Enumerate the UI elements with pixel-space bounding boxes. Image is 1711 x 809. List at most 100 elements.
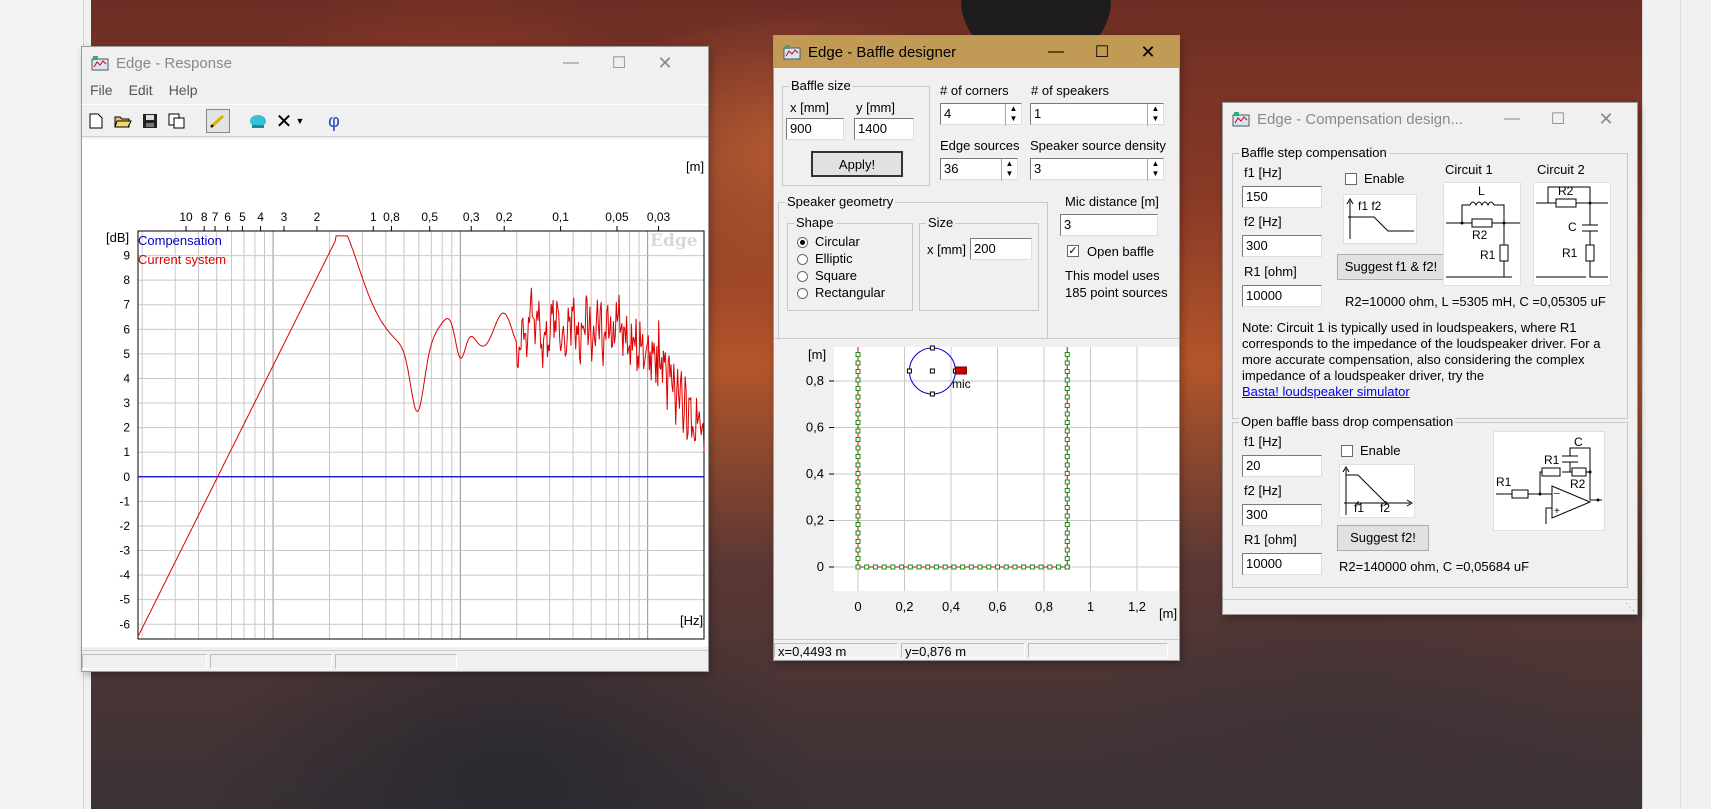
edge-source-right xyxy=(1064,420,1070,425)
top-tick-label: 0,05 xyxy=(605,210,629,224)
spin-down-icon[interactable]: ▼ xyxy=(1148,169,1163,179)
status-pane-3 xyxy=(1028,643,1168,658)
draw-pencil-icon[interactable] xyxy=(206,109,230,133)
suggest-f1-f2-button[interactable]: Suggest f1 & f2! xyxy=(1337,254,1445,280)
speakers-input[interactable]: 1 ▲ ▼ xyxy=(1030,103,1164,126)
drop-curve-thumb: f1 f2 xyxy=(1339,464,1415,518)
r1-input[interactable]: 10000 xyxy=(1242,285,1322,307)
plot-y-tick-label: 0 xyxy=(817,559,824,574)
edge-source-right xyxy=(1064,394,1070,400)
shape-elliptic-radio[interactable] xyxy=(797,254,808,265)
comp-titlebar[interactable]: Edge - Compensation design... — ☐ ✕ xyxy=(1223,103,1637,135)
speaker-handle xyxy=(929,391,935,397)
apply-button[interactable]: Apply! xyxy=(811,151,903,177)
compensation-window[interactable]: Edge - Compensation design... — ☐ ✕ Baff… xyxy=(1223,103,1637,614)
baffle-titlebar[interactable]: Edge - Baffle designer — ☐ ✕ xyxy=(774,36,1179,68)
shape-rectangular-radio[interactable] xyxy=(797,288,808,299)
opamp-plus-icon: + xyxy=(1554,506,1560,517)
maximize-button[interactable]: ☐ xyxy=(596,47,642,79)
edge-source-right xyxy=(1064,471,1070,476)
circuit2-schematic-icon: R2 C R1 xyxy=(1536,184,1608,278)
spin-down-icon[interactable]: ▼ xyxy=(1002,169,1017,179)
f1-input[interactable]: 150 xyxy=(1242,186,1322,208)
edge-sources-spinner[interactable]: ▲ ▼ xyxy=(1001,159,1017,181)
edge-source-bottom xyxy=(899,564,905,570)
spin-up-icon[interactable]: ▲ xyxy=(1148,104,1163,114)
shape-legend: Shape xyxy=(794,215,836,230)
maximize-button[interactable]: ☐ xyxy=(1535,103,1581,135)
baffle-statusbar: x=0,4493 m y=0,876 m xyxy=(774,639,1179,660)
density-spinner[interactable]: ▲ ▼ xyxy=(1147,159,1163,181)
response-titlebar[interactable]: Edge - Response — ☐ ✕ xyxy=(82,47,708,79)
drop-legend: Open baffle bass drop compensation xyxy=(1239,414,1456,429)
c3-r1a-text: R1 xyxy=(1544,453,1560,467)
menu-help[interactable]: Help xyxy=(161,82,206,98)
basta-link[interactable]: Basta! loudspeaker simulator xyxy=(1242,384,1410,399)
maximize-button[interactable]: ☐ xyxy=(1079,36,1125,68)
close-button[interactable]: ✕ xyxy=(1125,36,1171,68)
save-disk-icon[interactable] xyxy=(138,109,162,133)
f1-label: f1 [Hz] xyxy=(1244,165,1282,180)
shape-square-radio[interactable] xyxy=(797,271,808,282)
curve-label: f1 f2 xyxy=(1358,199,1382,213)
open-baffle-checkbox[interactable]: ✓ xyxy=(1067,245,1079,257)
c3-c-text: C xyxy=(1574,435,1583,449)
corners-spinner[interactable]: ▲ ▼ xyxy=(1005,104,1021,126)
plot-y-tick-label: 0,4 xyxy=(806,466,824,481)
spin-up-icon[interactable]: ▲ xyxy=(1002,159,1017,169)
edge-source-bottom xyxy=(1029,564,1035,570)
baffle-size-group: Baffle size x [mm] y [mm] 900 1400 Apply… xyxy=(782,78,930,186)
suggest-f2-button[interactable]: Suggest f2! xyxy=(1337,525,1429,551)
spin-down-icon[interactable]: ▼ xyxy=(1006,114,1021,124)
menu-file[interactable]: File xyxy=(82,82,121,98)
baffle-y-input[interactable]: 1400 xyxy=(854,118,914,140)
speakers-spinner[interactable]: ▲ ▼ xyxy=(1147,104,1163,126)
speaker-geometry-group: Speaker geometry Shape Circular Elliptic… xyxy=(778,194,1048,354)
f2b-input[interactable]: 300 xyxy=(1242,504,1322,526)
close-button[interactable]: ✕ xyxy=(642,47,688,79)
edge-sources-input[interactable]: 36 ▲ ▼ xyxy=(940,158,1018,181)
resize-grip-icon[interactable]: ⋱ xyxy=(1625,602,1635,613)
circuit1-label: Circuit 1 xyxy=(1445,162,1493,177)
minimize-button[interactable]: — xyxy=(548,47,594,79)
f2-input[interactable]: 300 xyxy=(1242,235,1322,257)
r1b-input[interactable]: 10000 xyxy=(1242,553,1322,575)
density-input[interactable]: 3 ▲ ▼ xyxy=(1030,158,1164,181)
mic-distance-label: Mic distance [m] xyxy=(1065,194,1159,209)
spin-up-icon[interactable]: ▲ xyxy=(1148,159,1163,169)
step-note: Note: Circuit 1 is typically used in lou… xyxy=(1242,320,1612,400)
drop-result: R2=140000 ohm, C =0,05684 uF xyxy=(1339,559,1530,574)
close-button[interactable]: ✕ xyxy=(1583,103,1629,135)
edge-source-right xyxy=(1064,377,1070,383)
copy-icon[interactable] xyxy=(165,109,189,133)
corners-input[interactable]: 4 ▲ ▼ xyxy=(940,103,1022,126)
minimize-button[interactable]: — xyxy=(1489,103,1535,135)
status-pane-2 xyxy=(210,654,332,669)
status-pane-3 xyxy=(335,654,457,669)
globe-icon[interactable] xyxy=(246,109,270,133)
edge-source-bottom xyxy=(881,564,887,570)
comp-statusbar: ⋱ xyxy=(1223,599,1637,614)
minimize-button[interactable]: — xyxy=(1033,36,1079,68)
baffle-x-input[interactable]: 900 xyxy=(786,118,844,140)
right-divider xyxy=(1642,0,1643,809)
response-window[interactable]: Edge - Response — ☐ ✕ File Edit Help ✕ ▼… xyxy=(82,47,708,671)
enable-checkbox[interactable] xyxy=(1345,173,1357,185)
shape-circular-radio[interactable] xyxy=(797,237,808,248)
edge-source-left xyxy=(855,479,861,485)
spin-down-icon[interactable]: ▼ xyxy=(1148,114,1163,124)
f1b-input[interactable]: 20 xyxy=(1242,455,1322,477)
response-statusbar xyxy=(82,650,708,671)
baffle-window[interactable]: Edge - Baffle designer — ☐ ✕ Baffle size… xyxy=(774,36,1179,660)
menu-edit[interactable]: Edit xyxy=(121,82,161,98)
top-tick-label: 0,1 xyxy=(552,210,569,224)
edge-source-left xyxy=(855,539,861,544)
mic-distance-input[interactable]: 3 xyxy=(1060,214,1158,236)
phase-icon[interactable]: φ xyxy=(322,109,346,133)
size-x-input[interactable]: 200 xyxy=(970,238,1032,260)
enable2-checkbox[interactable] xyxy=(1341,445,1353,457)
dropdown-arrow-icon[interactable]: ▼ xyxy=(293,109,307,133)
spin-up-icon[interactable]: ▲ xyxy=(1006,104,1021,114)
open-folder-icon[interactable] xyxy=(111,109,135,133)
new-file-icon[interactable] xyxy=(84,109,108,133)
